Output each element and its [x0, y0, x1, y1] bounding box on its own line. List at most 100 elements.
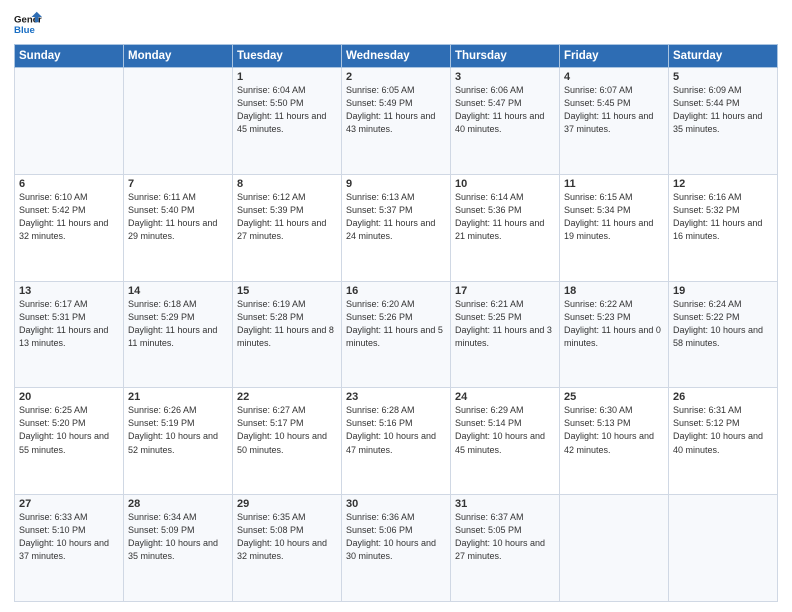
day-info: Sunrise: 6:20 AM Sunset: 5:26 PM Dayligh… [346, 298, 446, 350]
day-number: 1 [237, 71, 337, 83]
day-number: 19 [673, 285, 773, 297]
calendar-cell: 18Sunrise: 6:22 AM Sunset: 5:23 PM Dayli… [560, 281, 669, 388]
day-info: Sunrise: 6:35 AM Sunset: 5:08 PM Dayligh… [237, 511, 337, 563]
day-number: 31 [455, 498, 555, 510]
day-info: Sunrise: 6:12 AM Sunset: 5:39 PM Dayligh… [237, 191, 337, 243]
week-row-2: 6Sunrise: 6:10 AM Sunset: 5:42 PM Daylig… [15, 174, 778, 281]
day-info: Sunrise: 6:25 AM Sunset: 5:20 PM Dayligh… [19, 404, 119, 456]
day-number: 11 [564, 178, 664, 190]
day-number: 2 [346, 71, 446, 83]
day-number: 23 [346, 391, 446, 403]
calendar-cell: 1Sunrise: 6:04 AM Sunset: 5:50 PM Daylig… [233, 68, 342, 175]
day-info: Sunrise: 6:26 AM Sunset: 5:19 PM Dayligh… [128, 404, 228, 456]
day-info: Sunrise: 6:17 AM Sunset: 5:31 PM Dayligh… [19, 298, 119, 350]
day-number: 18 [564, 285, 664, 297]
day-number: 15 [237, 285, 337, 297]
weekday-header-friday: Friday [560, 45, 669, 68]
calendar-cell: 22Sunrise: 6:27 AM Sunset: 5:17 PM Dayli… [233, 388, 342, 495]
day-info: Sunrise: 6:18 AM Sunset: 5:29 PM Dayligh… [128, 298, 228, 350]
calendar-cell [560, 495, 669, 602]
day-number: 16 [346, 285, 446, 297]
calendar-cell: 10Sunrise: 6:14 AM Sunset: 5:36 PM Dayli… [451, 174, 560, 281]
day-info: Sunrise: 6:29 AM Sunset: 5:14 PM Dayligh… [455, 404, 555, 456]
calendar-cell: 21Sunrise: 6:26 AM Sunset: 5:19 PM Dayli… [124, 388, 233, 495]
day-number: 24 [455, 391, 555, 403]
day-info: Sunrise: 6:05 AM Sunset: 5:49 PM Dayligh… [346, 84, 446, 136]
day-number: 9 [346, 178, 446, 190]
day-number: 25 [564, 391, 664, 403]
calendar-cell: 14Sunrise: 6:18 AM Sunset: 5:29 PM Dayli… [124, 281, 233, 388]
calendar-cell: 28Sunrise: 6:34 AM Sunset: 5:09 PM Dayli… [124, 495, 233, 602]
weekday-header-thursday: Thursday [451, 45, 560, 68]
day-info: Sunrise: 6:37 AM Sunset: 5:05 PM Dayligh… [455, 511, 555, 563]
day-info: Sunrise: 6:11 AM Sunset: 5:40 PM Dayligh… [128, 191, 228, 243]
day-number: 17 [455, 285, 555, 297]
day-info: Sunrise: 6:13 AM Sunset: 5:37 PM Dayligh… [346, 191, 446, 243]
calendar-table: SundayMondayTuesdayWednesdayThursdayFrid… [14, 44, 778, 602]
page: General Blue SundayMondayTuesdayWednesda… [0, 0, 792, 612]
calendar-cell: 7Sunrise: 6:11 AM Sunset: 5:40 PM Daylig… [124, 174, 233, 281]
day-info: Sunrise: 6:14 AM Sunset: 5:36 PM Dayligh… [455, 191, 555, 243]
day-number: 28 [128, 498, 228, 510]
week-row-4: 20Sunrise: 6:25 AM Sunset: 5:20 PM Dayli… [15, 388, 778, 495]
calendar-cell: 2Sunrise: 6:05 AM Sunset: 5:49 PM Daylig… [342, 68, 451, 175]
logo-icon: General Blue [14, 10, 42, 38]
calendar-cell [124, 68, 233, 175]
day-info: Sunrise: 6:22 AM Sunset: 5:23 PM Dayligh… [564, 298, 664, 350]
day-number: 8 [237, 178, 337, 190]
calendar-cell: 8Sunrise: 6:12 AM Sunset: 5:39 PM Daylig… [233, 174, 342, 281]
day-number: 6 [19, 178, 119, 190]
day-info: Sunrise: 6:28 AM Sunset: 5:16 PM Dayligh… [346, 404, 446, 456]
svg-text:Blue: Blue [14, 25, 35, 36]
day-number: 26 [673, 391, 773, 403]
calendar-cell: 5Sunrise: 6:09 AM Sunset: 5:44 PM Daylig… [669, 68, 778, 175]
calendar-cell: 31Sunrise: 6:37 AM Sunset: 5:05 PM Dayli… [451, 495, 560, 602]
weekday-header-tuesday: Tuesday [233, 45, 342, 68]
weekday-header-row: SundayMondayTuesdayWednesdayThursdayFrid… [15, 45, 778, 68]
day-info: Sunrise: 6:15 AM Sunset: 5:34 PM Dayligh… [564, 191, 664, 243]
header: General Blue [14, 10, 778, 38]
day-number: 20 [19, 391, 119, 403]
weekday-header-monday: Monday [124, 45, 233, 68]
day-info: Sunrise: 6:36 AM Sunset: 5:06 PM Dayligh… [346, 511, 446, 563]
calendar-cell: 6Sunrise: 6:10 AM Sunset: 5:42 PM Daylig… [15, 174, 124, 281]
logo: General Blue [14, 10, 42, 38]
day-number: 4 [564, 71, 664, 83]
calendar-cell: 11Sunrise: 6:15 AM Sunset: 5:34 PM Dayli… [560, 174, 669, 281]
weekday-header-sunday: Sunday [15, 45, 124, 68]
weekday-header-wednesday: Wednesday [342, 45, 451, 68]
day-number: 30 [346, 498, 446, 510]
calendar-cell [15, 68, 124, 175]
calendar-cell: 16Sunrise: 6:20 AM Sunset: 5:26 PM Dayli… [342, 281, 451, 388]
calendar-cell: 19Sunrise: 6:24 AM Sunset: 5:22 PM Dayli… [669, 281, 778, 388]
calendar-cell: 30Sunrise: 6:36 AM Sunset: 5:06 PM Dayli… [342, 495, 451, 602]
calendar-cell: 25Sunrise: 6:30 AM Sunset: 5:13 PM Dayli… [560, 388, 669, 495]
day-info: Sunrise: 6:30 AM Sunset: 5:13 PM Dayligh… [564, 404, 664, 456]
day-number: 27 [19, 498, 119, 510]
day-info: Sunrise: 6:34 AM Sunset: 5:09 PM Dayligh… [128, 511, 228, 563]
day-number: 7 [128, 178, 228, 190]
calendar-cell: 26Sunrise: 6:31 AM Sunset: 5:12 PM Dayli… [669, 388, 778, 495]
calendar-cell: 23Sunrise: 6:28 AM Sunset: 5:16 PM Dayli… [342, 388, 451, 495]
calendar-cell: 27Sunrise: 6:33 AM Sunset: 5:10 PM Dayli… [15, 495, 124, 602]
day-info: Sunrise: 6:06 AM Sunset: 5:47 PM Dayligh… [455, 84, 555, 136]
calendar-cell: 12Sunrise: 6:16 AM Sunset: 5:32 PM Dayli… [669, 174, 778, 281]
week-row-1: 1Sunrise: 6:04 AM Sunset: 5:50 PM Daylig… [15, 68, 778, 175]
day-info: Sunrise: 6:24 AM Sunset: 5:22 PM Dayligh… [673, 298, 773, 350]
day-number: 12 [673, 178, 773, 190]
day-number: 3 [455, 71, 555, 83]
day-info: Sunrise: 6:19 AM Sunset: 5:28 PM Dayligh… [237, 298, 337, 350]
day-number: 13 [19, 285, 119, 297]
day-info: Sunrise: 6:16 AM Sunset: 5:32 PM Dayligh… [673, 191, 773, 243]
day-info: Sunrise: 6:10 AM Sunset: 5:42 PM Dayligh… [19, 191, 119, 243]
calendar-cell: 24Sunrise: 6:29 AM Sunset: 5:14 PM Dayli… [451, 388, 560, 495]
day-info: Sunrise: 6:31 AM Sunset: 5:12 PM Dayligh… [673, 404, 773, 456]
weekday-header-saturday: Saturday [669, 45, 778, 68]
day-info: Sunrise: 6:33 AM Sunset: 5:10 PM Dayligh… [19, 511, 119, 563]
day-info: Sunrise: 6:27 AM Sunset: 5:17 PM Dayligh… [237, 404, 337, 456]
calendar-cell: 20Sunrise: 6:25 AM Sunset: 5:20 PM Dayli… [15, 388, 124, 495]
calendar-cell: 4Sunrise: 6:07 AM Sunset: 5:45 PM Daylig… [560, 68, 669, 175]
calendar-cell: 9Sunrise: 6:13 AM Sunset: 5:37 PM Daylig… [342, 174, 451, 281]
day-number: 10 [455, 178, 555, 190]
day-info: Sunrise: 6:09 AM Sunset: 5:44 PM Dayligh… [673, 84, 773, 136]
